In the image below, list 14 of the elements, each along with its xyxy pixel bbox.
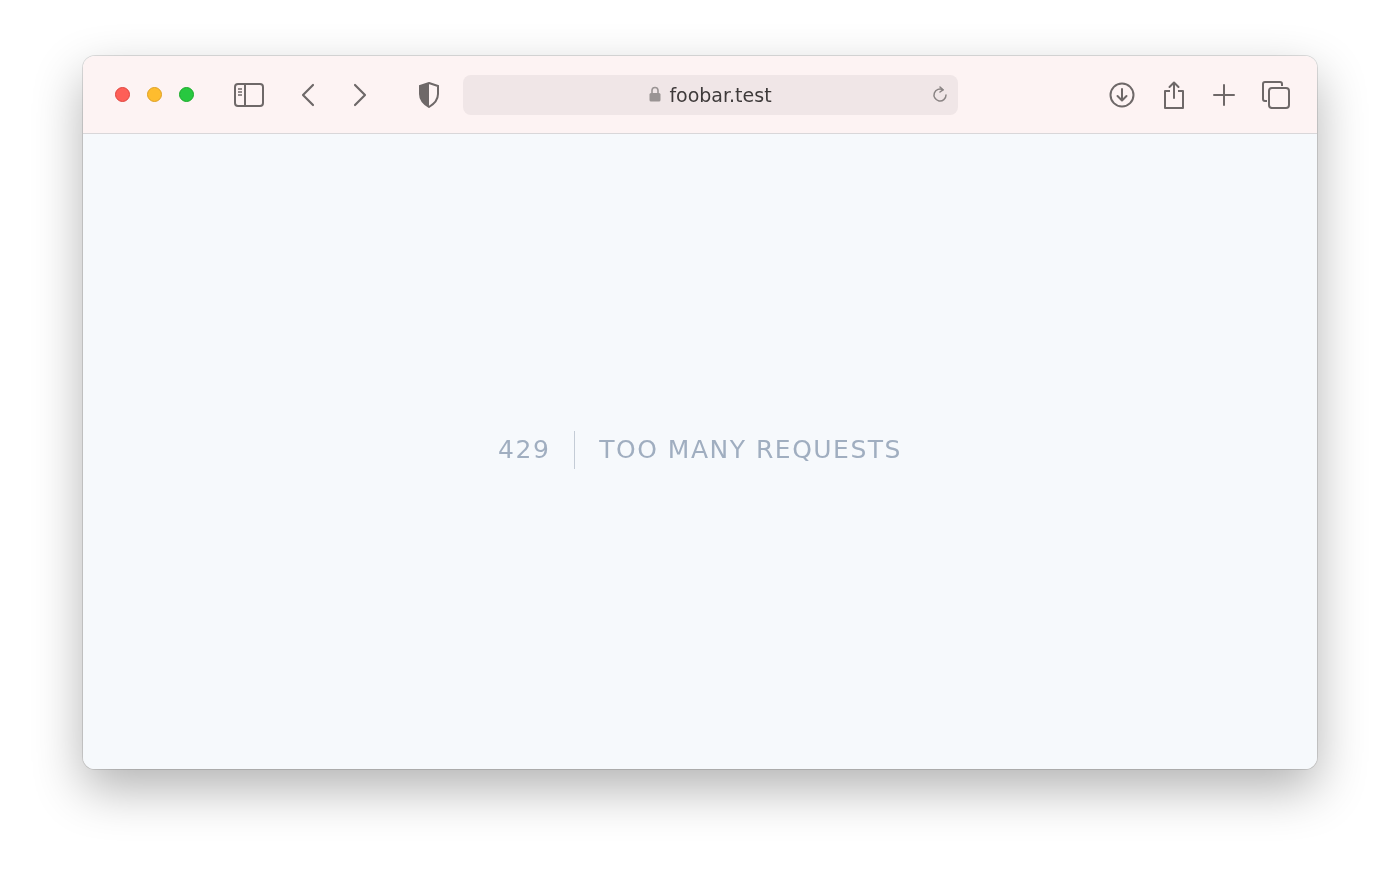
- back-icon[interactable]: [301, 82, 315, 107]
- share-icon[interactable]: [1162, 80, 1186, 109]
- error-code: 429: [498, 430, 576, 469]
- error-message: TOO MANY REQUESTS: [598, 435, 902, 464]
- plus-icon[interactable]: [1213, 83, 1235, 106]
- tabs-overview-icon[interactable]: [1262, 80, 1290, 109]
- reload-icon[interactable]: [931, 85, 949, 104]
- url-text: foobar.test: [669, 83, 772, 106]
- forward-icon[interactable]: [353, 82, 367, 107]
- shield-icon[interactable]: [418, 81, 440, 108]
- address-bar[interactable]: foobar.test: [463, 74, 958, 115]
- download-icon[interactable]: [1109, 81, 1135, 108]
- sidebar-icon[interactable]: [234, 82, 264, 107]
- close-button[interactable]: [115, 87, 130, 102]
